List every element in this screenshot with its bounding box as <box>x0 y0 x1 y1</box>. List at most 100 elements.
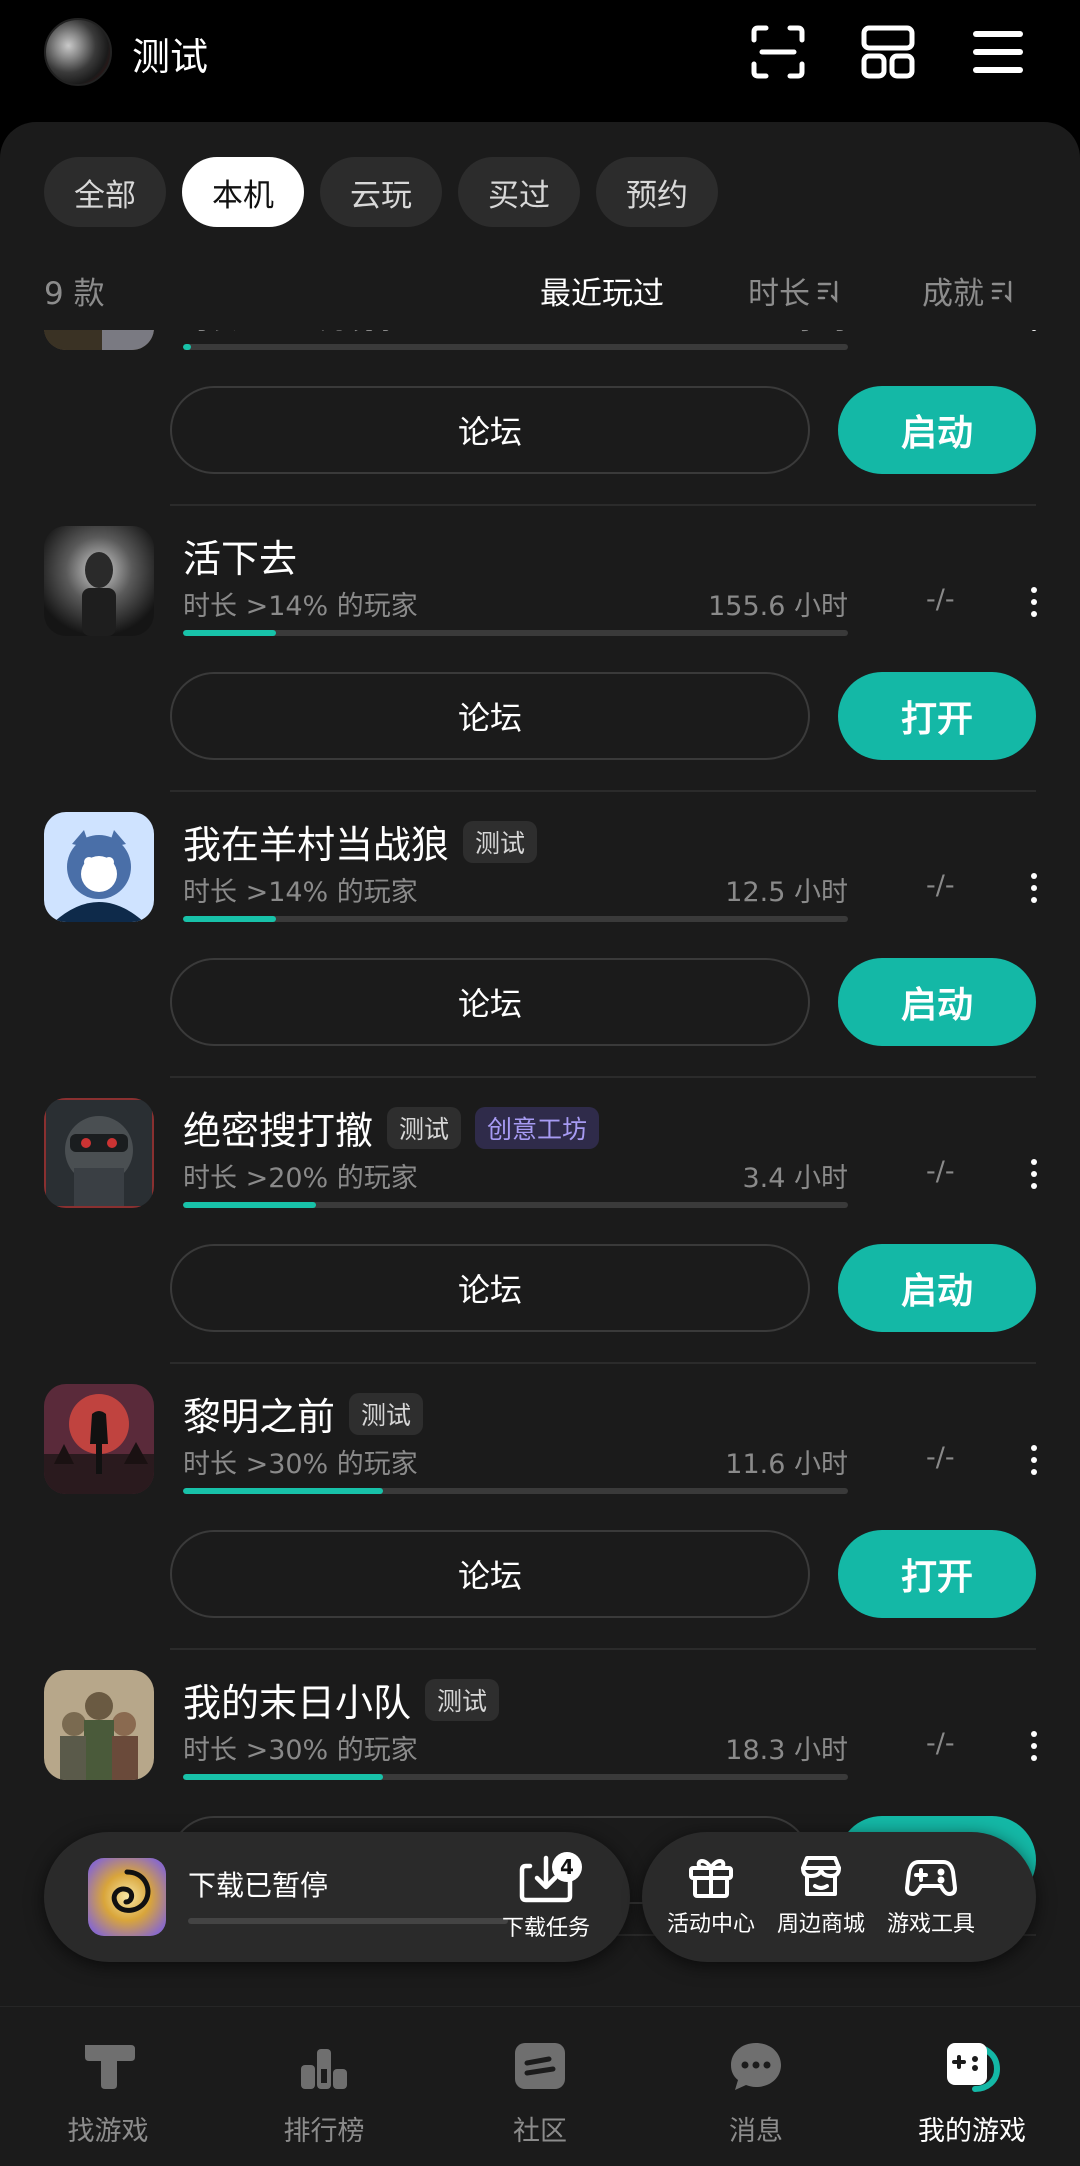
filter-all[interactable]: 全部 <box>44 157 166 227</box>
beta-tag: 测试 <box>387 1106 462 1149</box>
game-icon[interactable] <box>44 1670 154 1780</box>
filter-cloud[interactable]: 云玩 <box>320 157 442 227</box>
shop-icon <box>801 1856 841 1896</box>
beta-tag: 测试 <box>349 1392 424 1435</box>
playtime-progress-bar <box>183 1202 848 1208</box>
game-row[interactable]: 活下去 时长 >14% 的玩家 155.6 小时 -/- 论坛 打开 <box>0 506 1080 792</box>
launch-button[interactable]: 打开 <box>838 1530 1036 1618</box>
download-task-label: 下载任务 <box>501 1916 590 1941</box>
nav-my-games-label: 我的游戏 <box>918 2116 1026 2147</box>
nav-messages[interactable]: 消息 <box>648 2035 864 2155</box>
launch-button[interactable]: 启动 <box>838 958 1036 1046</box>
playtime-rank: 时长 >14% 的玩家 <box>183 591 418 622</box>
menu-icon[interactable] <box>968 22 1028 82</box>
merch-store-label: 周边商城 <box>776 1912 865 1937</box>
sort-duration[interactable]: 时长 <box>748 268 842 313</box>
sort-recent[interactable]: 最近玩过 <box>540 268 664 313</box>
game-icon[interactable] <box>44 812 154 922</box>
download-bar[interactable]: 下载已暂停 4 下载任务 <box>44 1832 630 1962</box>
playtime-hours: 18.3 小时 <box>725 1735 848 1766</box>
activity-center-button[interactable]: 活动中心 <box>656 1850 766 1950</box>
launch-button[interactable]: 打开 <box>838 672 1036 760</box>
scan-icon[interactable] <box>748 22 808 82</box>
filter-reserved[interactable]: 预约 <box>596 157 718 227</box>
launch-button[interactable]: 启动 <box>838 386 1036 474</box>
playtime-progress-fill <box>183 1488 383 1494</box>
nav-find-games[interactable]: 找游戏 <box>0 2035 216 2155</box>
achievement-value: -/- <box>926 870 955 901</box>
game-title[interactable]: 绝密搜打撤 <box>183 1100 373 1155</box>
launch-button[interactable]: 启动 <box>838 1244 1036 1332</box>
game-title[interactable]: 黎明之前 <box>183 1386 335 1441</box>
playtime-progress-fill <box>183 1774 383 1780</box>
filter-chips: 全部 本机 云玩 买过 预约 <box>44 157 718 227</box>
game-row[interactable]: 黎明之前 测试 时长 >30% 的玩家 11.6 小时 -/- 论坛 打开 <box>0 1364 1080 1650</box>
playtime-rank: 时长 >30% 的玩家 <box>183 1735 418 1766</box>
playtime-progress-bar <box>183 916 848 922</box>
more-options-icon[interactable] <box>1016 578 1052 626</box>
nav-find-games-label: 找游戏 <box>67 2116 149 2147</box>
top-bar: 测试 <box>0 0 1080 122</box>
playtime-hours: 3.4 小时 <box>742 1163 848 1194</box>
game-tools-button[interactable]: 游戏工具 <box>876 1850 986 1950</box>
playtime-hours: 155.6 小时 <box>708 591 848 622</box>
nav-community[interactable]: 社区 <box>432 2035 648 2155</box>
find-games-icon <box>85 2045 135 2089</box>
achievement-value: -/- <box>926 1156 955 1187</box>
more-options-icon[interactable] <box>1016 1722 1052 1770</box>
messages-icon <box>731 2043 781 2090</box>
download-status: 下载已暂停 <box>188 1869 329 1902</box>
community-icon <box>515 2043 565 2089</box>
game-icon[interactable] <box>44 330 154 350</box>
more-options-icon[interactable] <box>1016 1150 1052 1198</box>
playtime-progress-bar <box>183 344 848 350</box>
achievement-value: -/- <box>926 1442 955 1473</box>
rankings-icon <box>301 2049 347 2089</box>
forum-button[interactable]: 论坛 <box>170 672 810 760</box>
bottom-nav: 找游戏 排行榜 社区 消息 我的游戏 <box>0 2006 1080 2166</box>
my-games-icon <box>947 2043 1001 2092</box>
avatar[interactable] <box>44 18 112 86</box>
nav-my-games[interactable]: 我的游戏 <box>864 2035 1080 2155</box>
game-title-row: 黎明之前 测试 <box>183 1386 424 1441</box>
game-title[interactable]: 活下去 <box>183 528 297 583</box>
game-row[interactable]: 追着丧尸跑 测试 时长 >1% 的玩家 1.3 小时 -/- 论坛 启动 <box>0 330 1080 506</box>
game-icon[interactable] <box>44 1384 154 1494</box>
more-options-icon[interactable] <box>1016 1436 1052 1484</box>
more-options-icon[interactable] <box>1016 864 1052 912</box>
forum-button[interactable]: 论坛 <box>170 1530 810 1618</box>
game-icon[interactable] <box>44 526 154 636</box>
nav-rankings[interactable]: 排行榜 <box>216 2035 432 2155</box>
playtime-rank: 时长 >1% 的玩家 <box>183 330 401 337</box>
sort-achievement[interactable]: 成就 <box>922 268 1016 313</box>
game-row[interactable]: 绝密搜打撤 测试 创意工坊 时长 >20% 的玩家 3.4 小时 -/- 论坛 启… <box>0 1078 1080 1364</box>
download-count-badge: 4 <box>552 1852 582 1882</box>
game-icon[interactable] <box>44 1098 154 1208</box>
layout-icon[interactable] <box>858 22 918 82</box>
game-title[interactable]: 我的末日小队 <box>183 1672 411 1727</box>
game-list[interactable]: 追着丧尸跑 测试 时长 >1% 的玩家 1.3 小时 -/- 论坛 启动 活下去… <box>0 330 1080 2006</box>
game-tools-label: 游戏工具 <box>886 1912 975 1937</box>
sort-icon <box>817 280 838 303</box>
username[interactable]: 测试 <box>132 26 208 81</box>
forum-button[interactable]: 论坛 <box>170 1244 810 1332</box>
playtime-progress-fill <box>183 344 191 350</box>
achievement-value: -/- <box>926 584 955 615</box>
playtime-progress-bar <box>183 1488 848 1494</box>
more-options-icon[interactable] <box>1016 330 1052 340</box>
filter-local[interactable]: 本机 <box>182 157 304 227</box>
workshop-tag: 创意工坊 <box>475 1106 600 1149</box>
game-title[interactable]: 我在羊村当战狼 <box>183 814 449 869</box>
game-title-row: 我的末日小队 测试 <box>183 1672 500 1727</box>
beta-tag: 测试 <box>463 820 538 863</box>
activity-center-label: 活动中心 <box>666 1912 755 1937</box>
filter-purchased[interactable]: 买过 <box>458 157 580 227</box>
sort-recent-label: 最近玩过 <box>540 276 664 312</box>
forum-button[interactable]: 论坛 <box>170 386 810 474</box>
forum-button[interactable]: 论坛 <box>170 958 810 1046</box>
game-row[interactable]: 我在羊村当战狼 测试 时长 >14% 的玩家 12.5 小时 -/- 论坛 启动 <box>0 792 1080 1078</box>
merch-store-button[interactable]: 周边商城 <box>766 1850 876 1950</box>
download-task-button[interactable]: 4 下载任务 <box>496 1850 596 1950</box>
game-title-row: 绝密搜打撤 测试 创意工坊 <box>183 1100 600 1155</box>
gamepad-icon <box>905 1860 957 1896</box>
